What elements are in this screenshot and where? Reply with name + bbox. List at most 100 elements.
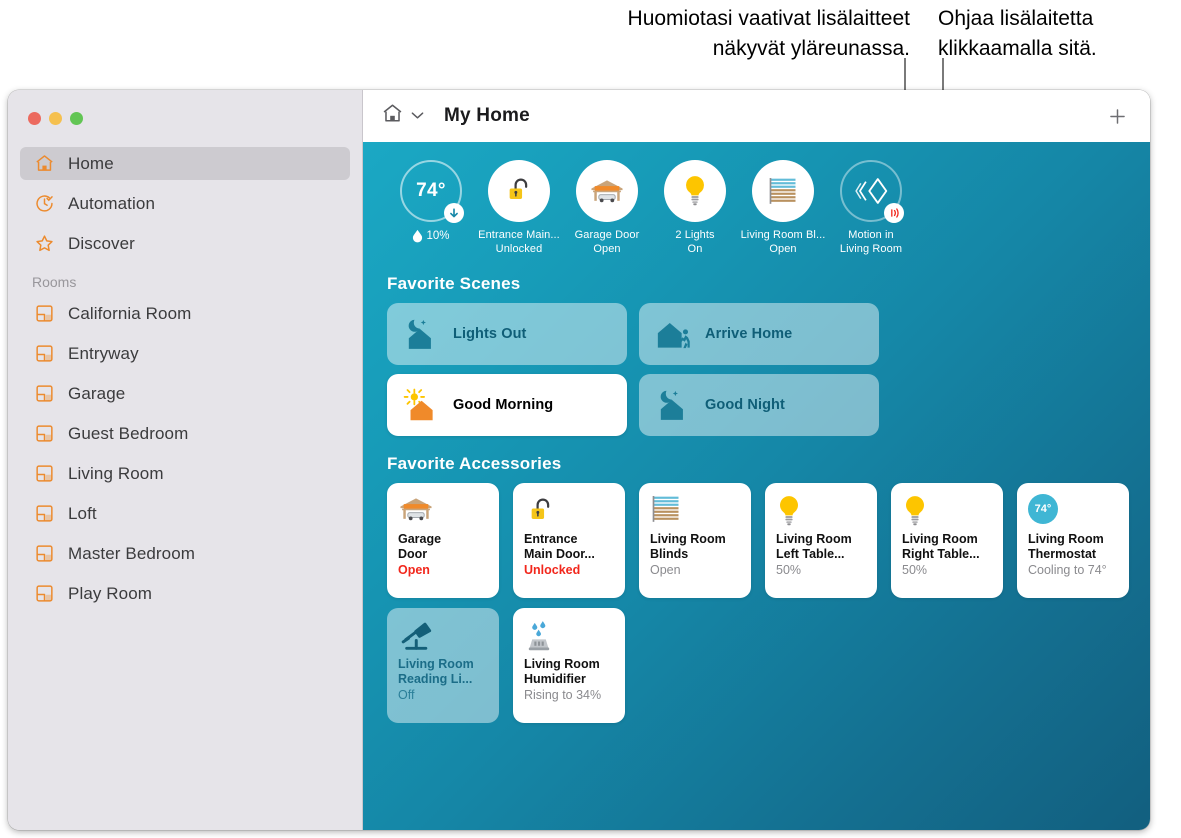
- moon-house-icon: [653, 387, 695, 423]
- status-item-garage-door[interactable]: Garage Door Open: [563, 160, 651, 256]
- accessory-icon: [902, 494, 992, 528]
- scene-label: Good Night: [705, 397, 785, 413]
- status-item-state: Open: [593, 242, 621, 255]
- accessory-state: Open: [650, 563, 681, 577]
- sidebar-item-play-room[interactable]: Play Room: [20, 577, 350, 610]
- add-button[interactable]: [1102, 101, 1132, 131]
- accessory-state: Cooling to 74°: [1028, 563, 1107, 577]
- accessory-card-living-room-thermostat[interactable]: 74° Living Room Thermostat Cooling to 74°: [1017, 483, 1129, 598]
- sidebar-item-home[interactable]: Home: [20, 147, 350, 180]
- accessory-card-living-room-blinds[interactable]: Living Room Blinds Open: [639, 483, 751, 598]
- star-icon: [32, 232, 56, 256]
- house-person-icon: [653, 316, 695, 352]
- sidebar-nav: Home Automation Discover Rooms Californi…: [8, 147, 362, 617]
- scene-card-good-morning[interactable]: Good Morning: [387, 374, 627, 436]
- sidebar-item-label: California Room: [68, 303, 192, 323]
- status-item-name: 2 Lights: [675, 229, 715, 241]
- desk-lamp-icon: [398, 619, 438, 655]
- accessory-card-living-room-right-table[interactable]: Living Room Right Table... 50%: [891, 483, 1003, 598]
- sidebar-item-entryway[interactable]: Entryway: [20, 337, 350, 370]
- status-item-living-room-bl[interactable]: Living Room Bl... Open: [739, 160, 827, 256]
- accessory-name: Living Room Humidifier: [524, 657, 600, 686]
- accessory-state: Rising to 34%: [524, 688, 602, 702]
- scene-label: Lights Out: [453, 326, 527, 342]
- sidebar-section-rooms-header: Rooms: [32, 274, 77, 290]
- sidebar-item-label: Master Bedroom: [68, 543, 196, 563]
- close-button[interactable]: [28, 112, 41, 125]
- sidebar-item-automation[interactable]: Automation: [20, 187, 350, 220]
- sidebar-item-label: Loft: [68, 503, 97, 523]
- favorite-accessories-heading: Favorite Accessories: [387, 454, 562, 473]
- app-window: Home Automation Discover Rooms Californi…: [8, 90, 1150, 830]
- home-selector-button[interactable]: [381, 102, 424, 130]
- room-icon: [32, 582, 56, 606]
- content-area: My Home 74° 10% Entrance Main... Unlocke…: [363, 90, 1150, 830]
- status-item-state: On: [687, 242, 703, 255]
- status-item-temperature[interactable]: 74° 10%: [387, 160, 475, 256]
- sidebar-item-california-room[interactable]: California Room: [20, 297, 350, 330]
- sidebar-item-label: Guest Bedroom: [68, 423, 189, 443]
- sidebar-item-label: Entryway: [68, 343, 139, 363]
- accessory-icon: 74°: [1028, 494, 1118, 528]
- thermostat-bubble-value: 74°: [1034, 503, 1052, 515]
- sidebar-item-label: Living Room: [68, 463, 164, 483]
- sidebar-item-living-room[interactable]: Living Room: [20, 457, 350, 490]
- garage-door-icon: [576, 160, 638, 222]
- home-icon: [32, 152, 56, 176]
- status-item-label: 2 Lights On: [675, 229, 714, 256]
- arrow-down-icon: [444, 203, 464, 223]
- water-drop-icon: [412, 229, 423, 243]
- sidebar-item-guest-bedroom[interactable]: Guest Bedroom: [20, 417, 350, 450]
- scene-card-good-night[interactable]: Good Night: [639, 374, 879, 436]
- room-icon: [32, 542, 56, 566]
- sidebar-item-label: Home: [68, 153, 114, 173]
- lightbulb-icon: [902, 494, 928, 528]
- lightbulb-icon: [776, 494, 802, 528]
- home-icon: [381, 102, 404, 130]
- favorite-accessories-grid: Garage Door Open Entrance Main Door... Unl…: [387, 483, 1129, 723]
- page-title: My Home: [444, 105, 530, 126]
- accessory-card-entrance-main-door[interactable]: Entrance Main Door... Unlocked: [513, 483, 625, 598]
- thermostat-ring-icon: 74°: [400, 160, 464, 223]
- accessory-state: Unlocked: [524, 563, 581, 577]
- scene-card-arrive-home[interactable]: Arrive Home: [639, 303, 879, 365]
- callout-text-top-accessories: Huomiotasi vaativat lisälaitteet näkyvät…: [627, 7, 910, 60]
- accessory-name: Living Room Reading Li...: [398, 657, 474, 686]
- sidebar-item-master-bedroom[interactable]: Master Bedroom: [20, 537, 350, 570]
- status-item-motion-in[interactable]: Motion in Living Room: [827, 160, 915, 256]
- status-item-name: Entrance Main...: [478, 229, 560, 241]
- zoom-button[interactable]: [70, 112, 83, 125]
- scene-card-lights-out[interactable]: Lights Out: [387, 303, 627, 365]
- accessory-name: Living Room Left Table...: [776, 532, 852, 561]
- status-strip: 74° 10% Entrance Main... Unlocked Garage…: [387, 160, 1128, 256]
- status-item-state: Unlocked: [495, 242, 543, 255]
- status-item-2-lights[interactable]: 2 Lights On: [651, 160, 739, 256]
- accessory-name: Living Room Blinds: [650, 532, 726, 561]
- sidebar-item-loft[interactable]: Loft: [20, 497, 350, 530]
- callout-text-click-accessory: Ohjaa lisälaitetta klikkaamalla sitä.: [938, 7, 1097, 60]
- sidebar-rooms-list: California Room Entryway Garage Guest Be…: [8, 297, 362, 610]
- moon-house-icon: [401, 316, 443, 352]
- minimize-button[interactable]: [49, 112, 62, 125]
- sidebar-item-garage[interactable]: Garage: [20, 377, 350, 410]
- accessory-icon: [776, 494, 866, 528]
- status-item-entrance-main[interactable]: Entrance Main... Unlocked: [475, 160, 563, 256]
- humidifier-icon: [524, 619, 554, 653]
- sidebar-item-label: Garage: [68, 383, 126, 403]
- lightbulb-icon: [664, 160, 726, 222]
- humidity-readout: 10%: [412, 229, 450, 243]
- sidebar-item-discover[interactable]: Discover: [20, 227, 350, 260]
- status-item-label: Motion in Living Room: [840, 229, 902, 256]
- accessory-name: Garage Door: [398, 532, 442, 561]
- status-item-name: Motion in: [848, 229, 894, 241]
- accessory-card-living-room-reading-li[interactable]: Living Room Reading Li... Off: [387, 608, 499, 723]
- accessory-icon: [398, 619, 488, 653]
- status-item-name: Living Room Bl...: [740, 229, 826, 241]
- accessory-card-living-room-left-table[interactable]: Living Room Left Table... 50%: [765, 483, 877, 598]
- accessory-card-garage-door[interactable]: Garage Door Open: [387, 483, 499, 598]
- accessory-card-living-room-humidifier[interactable]: Living Room Humidifier Rising to 34%: [513, 608, 625, 723]
- scene-label: Good Morning: [453, 397, 554, 413]
- room-icon: [32, 462, 56, 486]
- status-item-label: Living Room Bl... Open: [741, 229, 826, 256]
- temperature-value: 74°: [416, 180, 446, 201]
